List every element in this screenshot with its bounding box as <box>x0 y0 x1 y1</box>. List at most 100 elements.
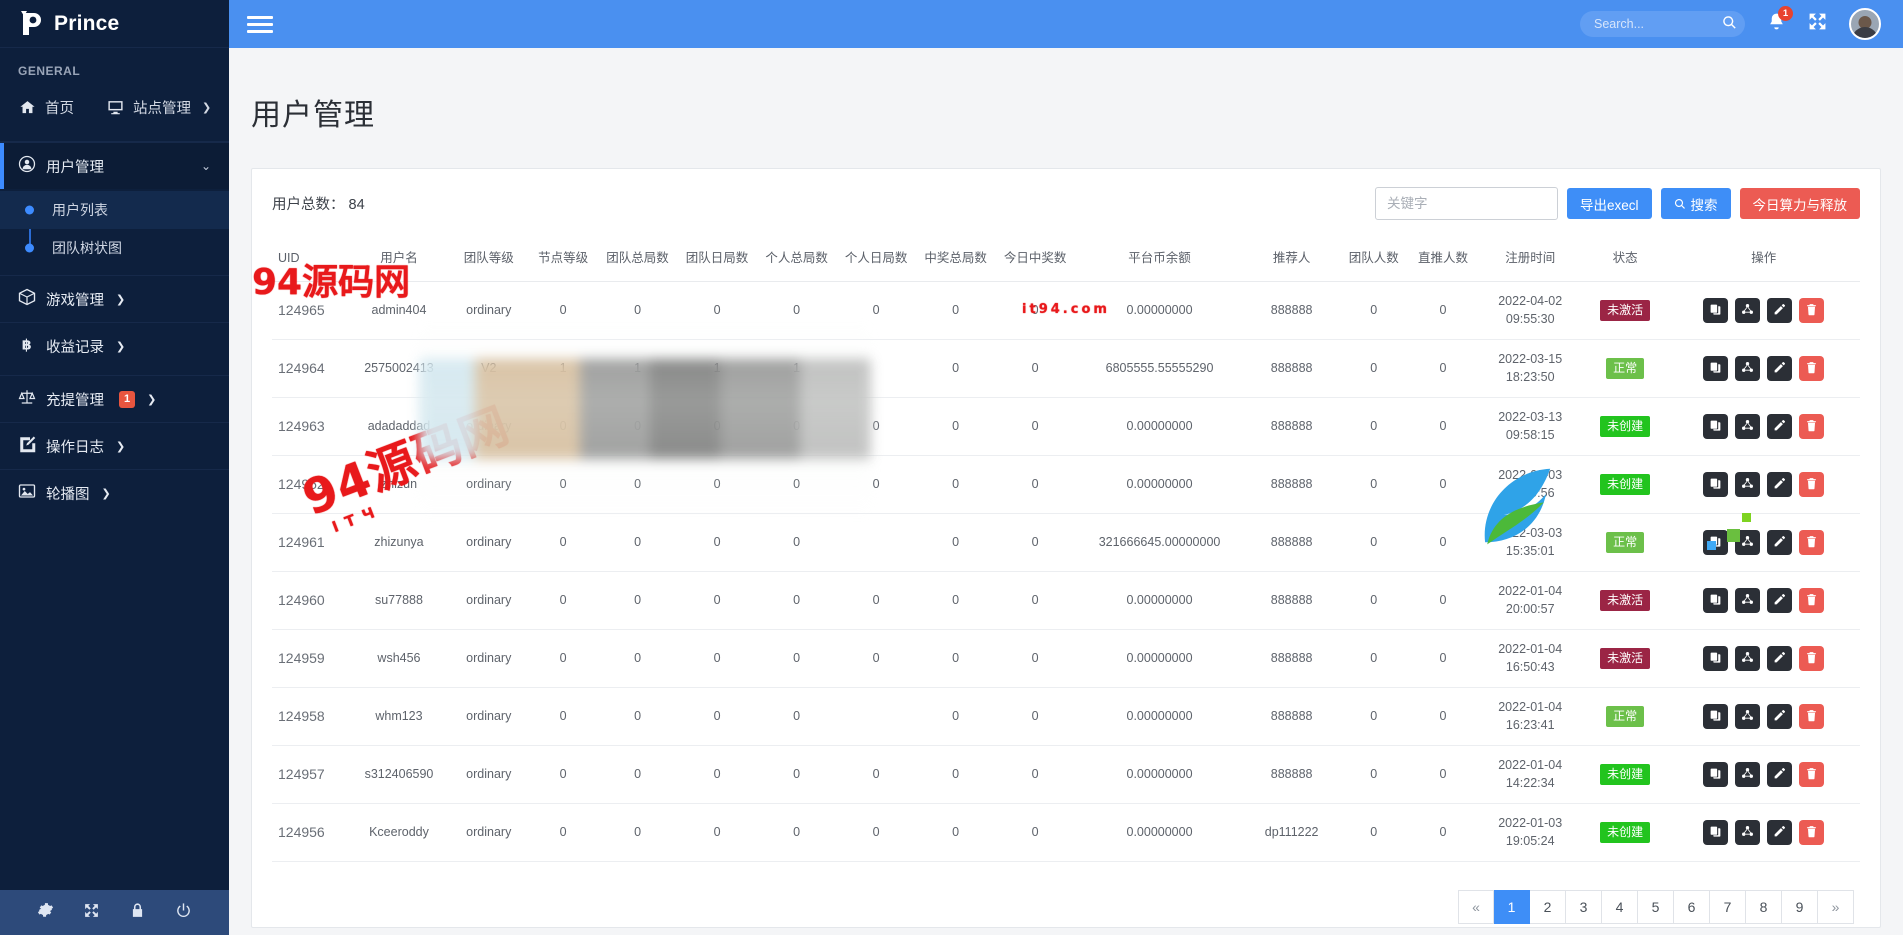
pagination-page-9[interactable]: 9 <box>1782 890 1818 925</box>
network-button[interactable] <box>1735 820 1761 846</box>
pagination-page-3[interactable]: 3 <box>1566 890 1602 925</box>
network-button[interactable] <box>1735 646 1761 672</box>
pagination-prev[interactable]: « <box>1458 890 1494 925</box>
edit-pencil-button[interactable] <box>1767 356 1793 382</box>
lock-icon[interactable] <box>129 902 146 924</box>
network-button[interactable] <box>1735 472 1761 498</box>
cell-operations <box>1667 687 1860 747</box>
delete-trash-button[interactable] <box>1799 646 1825 672</box>
copy-button[interactable] <box>1703 646 1729 672</box>
network-button[interactable] <box>1735 588 1761 614</box>
delete-trash-button[interactable] <box>1799 298 1825 324</box>
hamburger-icon[interactable] <box>247 12 273 37</box>
sidebar-subitem-team-tree[interactable]: 团队树状图 <box>0 229 229 267</box>
copy-button[interactable] <box>1703 298 1729 324</box>
edit-pencil-button[interactable] <box>1767 820 1793 846</box>
copy-button[interactable] <box>1703 588 1729 614</box>
edit-pencil-button[interactable] <box>1767 704 1793 730</box>
network-button[interactable] <box>1735 762 1761 788</box>
delete-trash-button[interactable] <box>1799 356 1825 382</box>
edit-pencil-button[interactable] <box>1767 414 1793 440</box>
sidebar-item-site-management[interactable]: 站点管理 ❯ <box>88 88 225 127</box>
search-button[interactable]: 搜索 <box>1660 188 1731 220</box>
edit-pencil-button[interactable] <box>1767 762 1793 788</box>
export-excel-button[interactable]: 导出execl <box>1566 188 1652 220</box>
edit-pencil-button[interactable] <box>1767 472 1793 498</box>
pagination-page-2[interactable]: 2 <box>1530 890 1566 925</box>
pagination-page-1[interactable]: 1 <box>1494 890 1530 925</box>
network-button[interactable] <box>1735 356 1761 382</box>
expand-icon[interactable] <box>83 902 100 924</box>
network-button[interactable] <box>1735 414 1761 440</box>
copy-button[interactable] <box>1703 704 1729 730</box>
delete-trash-button[interactable] <box>1799 530 1825 556</box>
sidebar-item-carousel[interactable]: 轮播图 ❯ <box>0 469 229 516</box>
chevron-down-icon: ⌄ <box>200 159 211 173</box>
pagination-page-5[interactable]: 5 <box>1638 890 1674 925</box>
sidebar-item-deposit-withdraw[interactable]: 充提管理 1 ❯ <box>0 375 229 422</box>
bitcoin-icon: ฿ <box>18 335 36 357</box>
copy-button[interactable] <box>1703 762 1729 788</box>
delete-trash-button[interactable] <box>1799 704 1825 730</box>
copy-icon <box>1709 419 1722 435</box>
avatar[interactable] <box>1849 8 1881 40</box>
search-input[interactable] <box>1580 11 1745 37</box>
edit-pencil-button[interactable] <box>1767 298 1793 324</box>
sidebar-item-operation-log[interactable]: 操作日志 ❯ <box>0 422 229 469</box>
sidebar-item-game-management[interactable]: 游戏管理 ❯ <box>0 275 229 322</box>
network-button[interactable] <box>1735 530 1761 556</box>
cell-uid: 124959 <box>272 629 349 689</box>
sidebar-subitem-user-list[interactable]: 用户列表 <box>0 191 229 229</box>
cell-direct-people: 0 <box>1408 281 1478 341</box>
delete-trash-button[interactable] <box>1799 820 1825 846</box>
cell-node-level: 1 <box>528 339 598 399</box>
sidebar-item-user-management[interactable]: 用户管理 ⌄ <box>0 142 229 189</box>
delete-trash-button[interactable] <box>1799 472 1825 498</box>
cell-win-today: 0 <box>995 339 1075 399</box>
expand-arrows-icon[interactable] <box>1808 12 1827 36</box>
cell-win-total-games: 0 <box>915 455 996 515</box>
cell-team-level: ordinary <box>449 745 529 805</box>
sidebar-item-home[interactable]: 首页 <box>0 88 88 127</box>
register-date: 2022-03-15 <box>1498 352 1563 367</box>
pagination-page-4[interactable]: 4 <box>1602 890 1638 925</box>
copy-button[interactable] <box>1703 356 1729 382</box>
copy-icon <box>1709 303 1722 319</box>
delete-trash-button[interactable] <box>1799 414 1825 440</box>
pagination-page-7[interactable]: 7 <box>1710 890 1746 925</box>
network-button[interactable] <box>1735 298 1761 324</box>
register-date: 2022-03-03 <box>1498 468 1563 483</box>
cell-personal-daily-games: 0 <box>836 281 916 341</box>
edit-pencil-button[interactable] <box>1767 530 1793 556</box>
cell-win-total-games: 0 <box>915 571 996 631</box>
delete-trash-icon <box>1805 709 1818 725</box>
pagination-next[interactable]: » <box>1818 890 1854 925</box>
sidebar-item-earnings-record[interactable]: ฿ 收益记录 ❯ <box>0 322 229 369</box>
power-icon[interactable] <box>175 902 192 924</box>
delete-trash-icon <box>1805 767 1818 783</box>
brand[interactable]: Prince <box>0 0 229 48</box>
cell-personal-daily-games: 0 <box>836 803 916 863</box>
today-power-release-button[interactable]: 今日算力与释放 <box>1739 188 1860 220</box>
delete-trash-button[interactable] <box>1799 588 1825 614</box>
cell-referrer: 888888 <box>1244 339 1340 399</box>
delete-trash-button[interactable] <box>1799 762 1825 788</box>
user-table-head: UID 用户名 团队等级 节点等级 团队总局数 团队日局数 个人总局数 个人日局… <box>272 244 1860 283</box>
gear-icon[interactable] <box>37 902 54 924</box>
search-icon[interactable] <box>1722 15 1737 33</box>
copy-button[interactable] <box>1703 820 1729 846</box>
copy-button[interactable] <box>1703 472 1729 498</box>
copy-button[interactable] <box>1703 530 1729 556</box>
network-button[interactable] <box>1735 704 1761 730</box>
edit-pencil-button[interactable] <box>1767 588 1793 614</box>
notifications-bell[interactable]: 1 <box>1767 6 1793 36</box>
edit-pencil-button[interactable] <box>1767 646 1793 672</box>
edit-pencil-icon <box>1773 477 1786 493</box>
cell-win-today: 0 <box>995 629 1075 689</box>
cell-uid: 124964 <box>272 339 349 399</box>
network-icon <box>1741 477 1754 493</box>
pagination-page-8[interactable]: 8 <box>1746 890 1782 925</box>
keyword-input[interactable] <box>1374 187 1558 221</box>
copy-button[interactable] <box>1703 414 1729 440</box>
pagination-page-6[interactable]: 6 <box>1674 890 1710 925</box>
